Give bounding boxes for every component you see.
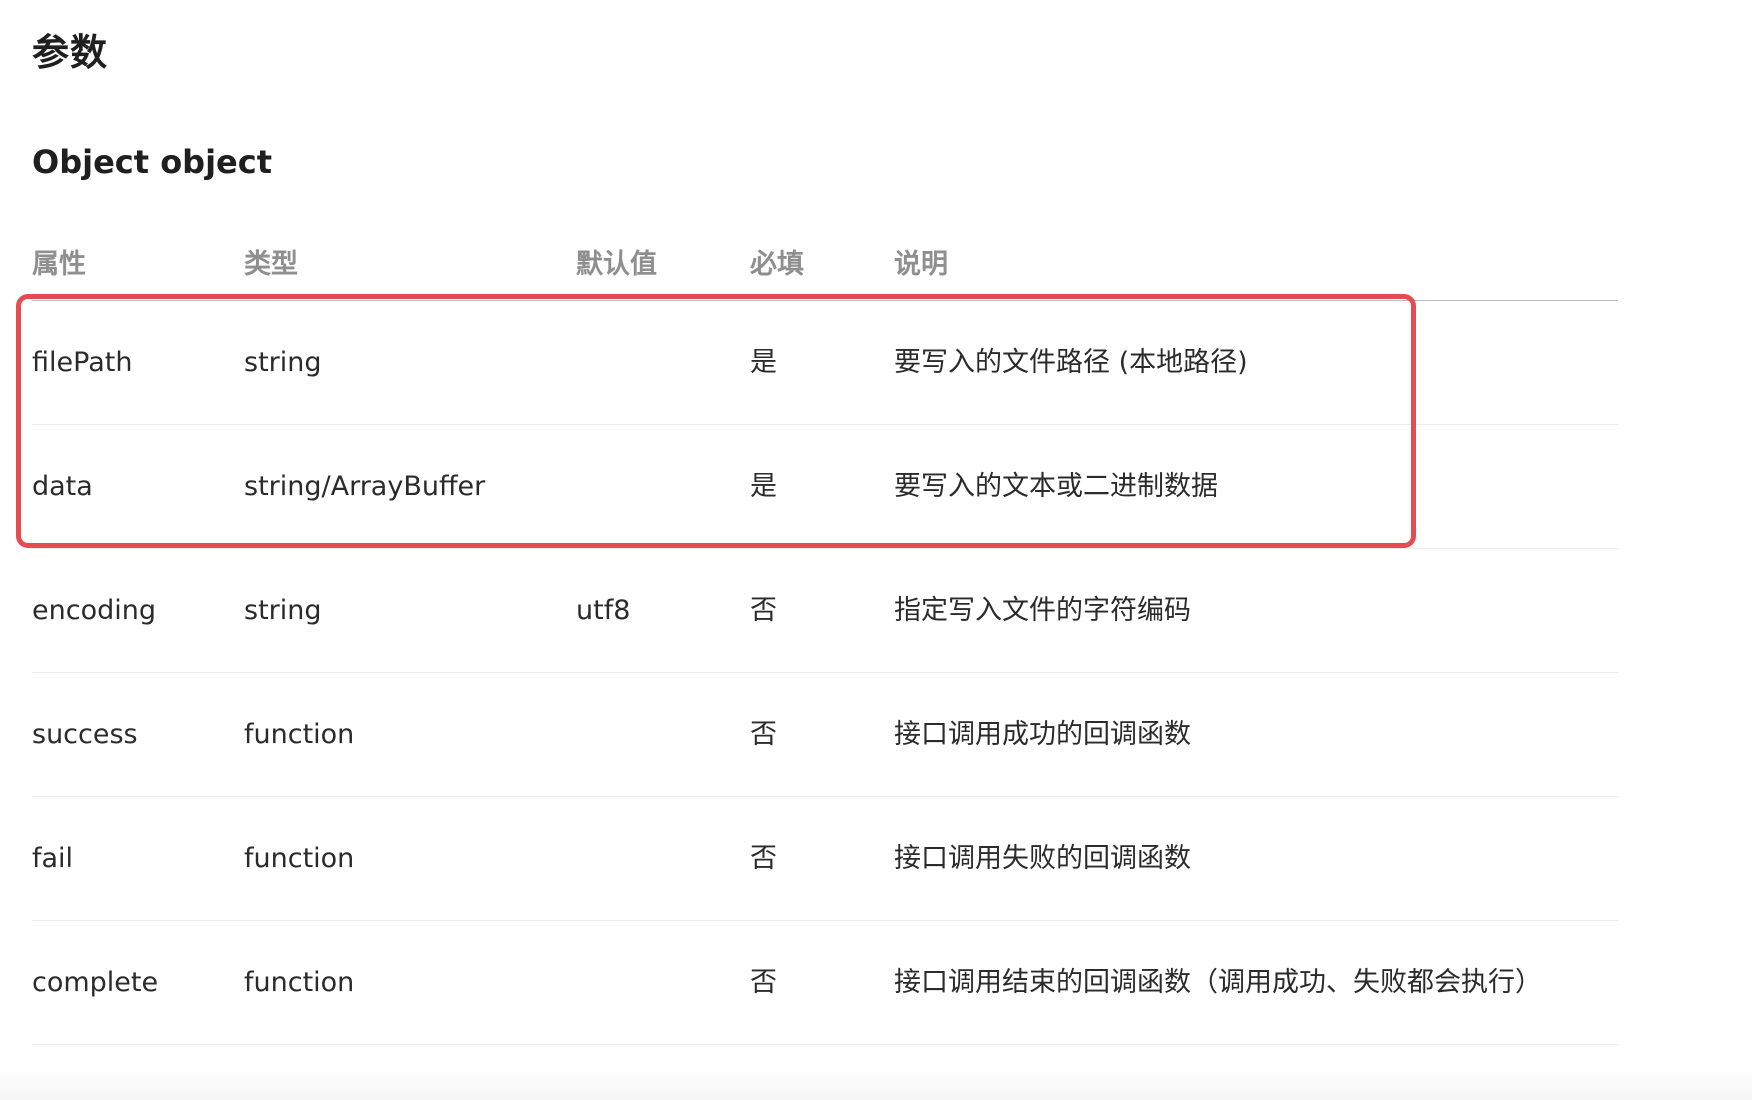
table-header: 属性 类型 默认值 必填 说明: [32, 226, 1618, 301]
cell-description: 接口调用失败的回调函数: [894, 843, 1191, 874]
cell-required: 否: [750, 719, 777, 750]
cell-type: function: [244, 843, 355, 874]
header-type: 类型: [244, 249, 298, 280]
cell-required: 否: [750, 595, 777, 626]
header-description: 说明: [894, 249, 948, 280]
cell-required: 否: [750, 843, 777, 874]
table-row: fail function 否 接口调用失败的回调函数: [32, 797, 1618, 921]
cell-required: 是: [750, 347, 777, 378]
cell-description: 接口调用成功的回调函数: [894, 719, 1191, 750]
table-row: complete function 否 接口调用结束的回调函数（调用成功、失败都…: [32, 921, 1618, 1045]
table-row: filePath string 是 要写入的文件路径 (本地路径): [32, 301, 1618, 425]
cell-type: string: [244, 595, 322, 626]
bottom-fade: [0, 1066, 1752, 1100]
section-title: 参数: [32, 31, 108, 74]
cell-property: complete: [32, 967, 159, 998]
cell-type: string: [244, 347, 322, 378]
cell-property: fail: [32, 843, 74, 874]
header-property: 属性: [32, 249, 86, 280]
cell-property: success: [32, 719, 138, 750]
table-row: encoding string utf8 否 指定写入文件的字符编码: [32, 549, 1618, 673]
parameters-table: 属性 类型 默认值 必填 说明 filePath string 是 要写入的文件…: [32, 226, 1618, 1045]
cell-description: 指定写入文件的字符编码: [894, 595, 1191, 626]
cell-default: utf8: [576, 595, 631, 626]
cell-required: 否: [750, 967, 777, 998]
cell-property: encoding: [32, 595, 156, 626]
cell-type: function: [244, 967, 355, 998]
cell-description: 要写入的文件路径 (本地路径): [894, 347, 1248, 378]
cell-description: 要写入的文本或二进制数据: [894, 471, 1218, 502]
header-default: 默认值: [576, 249, 657, 280]
cell-type: string/ArrayBuffer: [244, 471, 486, 502]
api-doc-page: 参数 Object object 属性 类型 默认值 必填 说明 filePat…: [0, 0, 1752, 1100]
cell-property: filePath: [32, 347, 133, 378]
cell-property: data: [32, 471, 93, 502]
cell-type: function: [244, 719, 355, 750]
header-required: 必填: [750, 249, 804, 280]
subsection-title: Object object: [32, 143, 273, 181]
cell-description: 接口调用结束的回调函数（调用成功、失败都会执行）: [894, 967, 1542, 998]
table-row: success function 否 接口调用成功的回调函数: [32, 673, 1618, 797]
cell-required: 是: [750, 471, 777, 502]
table-row: data string/ArrayBuffer 是 要写入的文本或二进制数据: [32, 425, 1618, 549]
